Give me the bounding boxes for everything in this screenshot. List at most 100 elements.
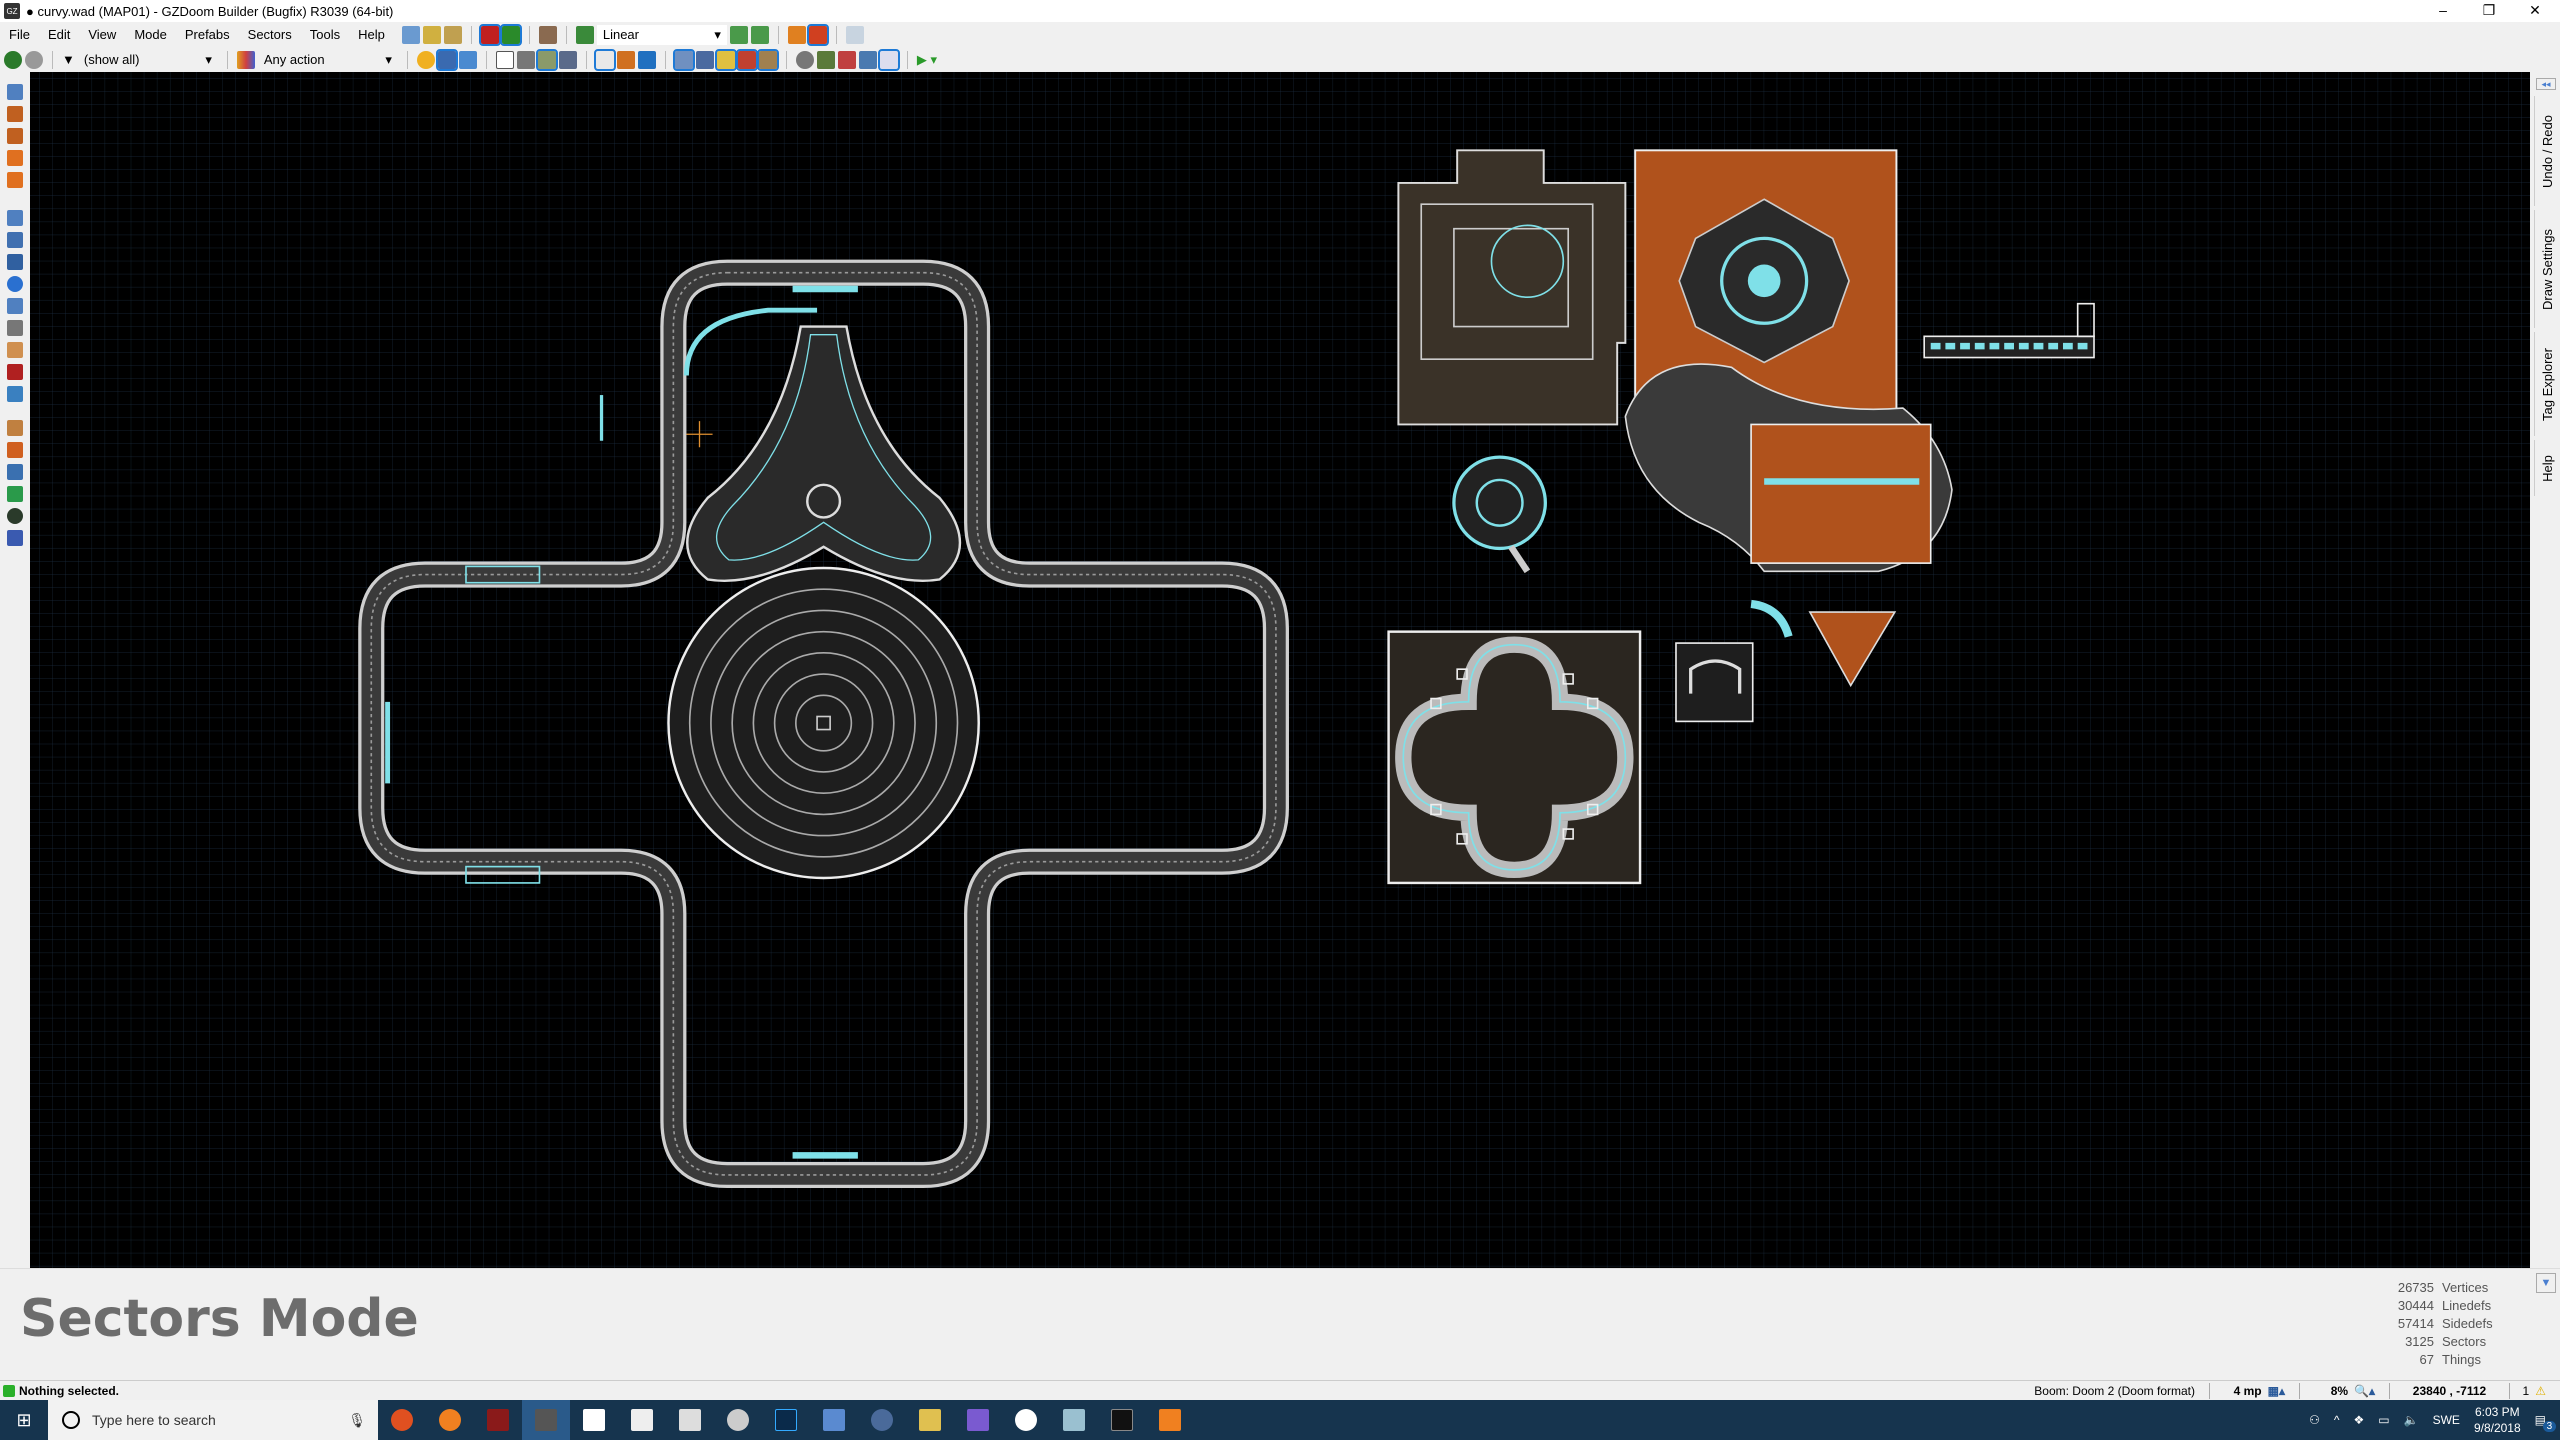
view-brightness-icon[interactable] xyxy=(516,50,535,69)
close-button[interactable]: ✕ xyxy=(2512,0,2558,22)
map-drawing[interactable] xyxy=(30,72,2530,1268)
edit-selection-icon[interactable] xyxy=(7,320,23,336)
linedefs-mode-icon[interactable] xyxy=(7,232,23,248)
fog-icon[interactable] xyxy=(837,50,856,69)
action-center-icon[interactable]: ▤ 3 xyxy=(2535,1413,2557,1432)
taskbar-notes[interactable] xyxy=(1050,1400,1098,1440)
taskbar-calculator[interactable] xyxy=(618,1400,666,1440)
taskbar-vs[interactable] xyxy=(954,1400,1002,1440)
dots-grid-icon[interactable] xyxy=(695,50,714,69)
grid-toggle-icon[interactable] xyxy=(435,48,458,71)
taskbar-chat[interactable] xyxy=(810,1400,858,1440)
paint-icon[interactable] xyxy=(7,420,23,436)
taskbar-slade[interactable] xyxy=(474,1400,522,1440)
sound-propagation-icon[interactable] xyxy=(7,342,23,358)
menu-mode[interactable]: Mode xyxy=(125,27,176,42)
make-sectors-icon[interactable] xyxy=(7,298,23,314)
draw-curve-icon[interactable] xyxy=(7,106,23,122)
menu-prefabs[interactable]: Prefabs xyxy=(176,27,239,42)
map-canvas[interactable] xyxy=(30,72,2530,1268)
copy-icon[interactable] xyxy=(616,50,635,69)
info-icon[interactable] xyxy=(877,48,900,71)
open-map-icon[interactable] xyxy=(422,25,441,44)
view-floors-icon[interactable] xyxy=(535,48,558,71)
map-options-icon[interactable] xyxy=(538,25,557,44)
brush-icon[interactable] xyxy=(756,48,779,71)
draw-grid-icon[interactable] xyxy=(7,172,23,188)
grid-setup-icon[interactable] xyxy=(672,48,695,71)
menu-tools[interactable]: Tools xyxy=(301,27,349,42)
script-icon[interactable] xyxy=(7,508,23,524)
auto-merge-icon[interactable] xyxy=(806,23,829,46)
taskbar-discord[interactable] xyxy=(1002,1400,1050,1440)
brightness-icon[interactable] xyxy=(416,50,435,69)
grid-size[interactable]: 4 mp ▦▴ xyxy=(2210,1382,2300,1399)
draw-ellipse-icon[interactable] xyxy=(7,150,23,166)
visual-mode-icon[interactable] xyxy=(7,364,23,380)
taskbar-explorer[interactable] xyxy=(906,1400,954,1440)
taskbar-photoshop[interactable] xyxy=(762,1400,810,1440)
vertices-mode-icon[interactable] xyxy=(7,210,23,226)
tab-help[interactable]: Help xyxy=(2534,440,2560,496)
arrow-right-icon[interactable] xyxy=(750,25,769,44)
people-icon[interactable]: ⚇ xyxy=(2309,1413,2320,1427)
test-map-icon[interactable] xyxy=(478,23,501,46)
taskbar-sublime[interactable] xyxy=(1146,1400,1194,1440)
taskbar-app[interactable] xyxy=(858,1400,906,1440)
menu-sectors[interactable]: Sectors xyxy=(239,27,301,42)
taskbar-firefox[interactable] xyxy=(426,1400,474,1440)
tab-draw-settings[interactable]: Draw Settings xyxy=(2534,210,2560,328)
warnings[interactable]: 1 ⚠ xyxy=(2510,1383,2560,1399)
clock[interactable]: 6:03 PM 9/8/2018 xyxy=(2474,1404,2521,1436)
arrow-left-icon[interactable] xyxy=(729,25,748,44)
start-button[interactable]: ⊞ xyxy=(0,1400,48,1440)
view-normal-icon[interactable] xyxy=(495,50,514,69)
minimize-button[interactable]: – xyxy=(2420,0,2466,22)
view-ceilings-icon[interactable] xyxy=(558,50,577,69)
snap-icon[interactable] xyxy=(714,48,737,71)
taskbar-steam[interactable] xyxy=(714,1400,762,1440)
tag-icon[interactable] xyxy=(845,25,864,44)
menu-edit[interactable]: Edit xyxy=(39,27,79,42)
dock-collapse-icon[interactable]: ◂◂ xyxy=(2536,78,2556,90)
draw-lines-icon[interactable] xyxy=(7,84,23,100)
models-icon[interactable] xyxy=(816,50,835,69)
collapse-panel-button[interactable]: ▼ xyxy=(2536,1273,2556,1293)
language-indicator[interactable]: SWE xyxy=(2433,1413,2460,1427)
tab-undo-redo[interactable]: Undo / Redo xyxy=(2534,96,2560,206)
merge-icon[interactable] xyxy=(735,48,758,71)
textures-icon[interactable] xyxy=(7,530,23,546)
network-icon[interactable]: ▭ xyxy=(2378,1413,2389,1427)
menu-file[interactable]: File xyxy=(0,27,39,42)
check-map-icon[interactable] xyxy=(7,486,23,502)
select-icon[interactable] xyxy=(593,48,616,71)
fullbright-icon[interactable] xyxy=(458,50,477,69)
save-map-icon[interactable] xyxy=(443,25,462,44)
action-filter-select[interactable]: Any action ▾ xyxy=(258,50,398,70)
new-map-icon[interactable] xyxy=(401,25,420,44)
grid-snap-icon[interactable] xyxy=(787,25,806,44)
zoom-level[interactable]: 8% 🔍▴ xyxy=(2300,1382,2390,1399)
volume-icon[interactable]: 🔈 xyxy=(2404,1413,2419,1427)
gradient-icon[interactable] xyxy=(7,442,23,458)
taskbar-mail[interactable] xyxy=(666,1400,714,1440)
menu-help[interactable]: Help xyxy=(349,27,394,42)
tab-tag-explorer[interactable]: Tag Explorer xyxy=(2534,332,2560,436)
thing-filter-select[interactable]: (show all) ▾ xyxy=(78,50,218,70)
interpolation-select[interactable]: Linear ▾ xyxy=(596,24,727,45)
search-box[interactable]: Type here to search 🎙 xyxy=(48,1400,378,1440)
microphone-icon[interactable]: 🎙 xyxy=(348,1412,366,1429)
dropbox-icon[interactable]: ❖ xyxy=(2354,1413,2365,1427)
taskbar-calendar[interactable] xyxy=(570,1400,618,1440)
tree-icon[interactable] xyxy=(4,50,22,69)
restore-button[interactable]: ❐ xyxy=(2466,0,2512,22)
test-map-skill-icon[interactable] xyxy=(499,23,522,46)
tree-gray-icon[interactable] xyxy=(25,50,43,69)
draw-rectangle-icon[interactable] xyxy=(7,128,23,144)
light-icon[interactable] xyxy=(795,50,814,69)
things-mode-icon[interactable] xyxy=(7,276,23,292)
menu-view[interactable]: View xyxy=(79,27,125,42)
sound-environment-icon[interactable] xyxy=(7,386,23,402)
sky-icon[interactable] xyxy=(858,50,877,69)
taskbar-gzdb[interactable] xyxy=(522,1400,570,1440)
